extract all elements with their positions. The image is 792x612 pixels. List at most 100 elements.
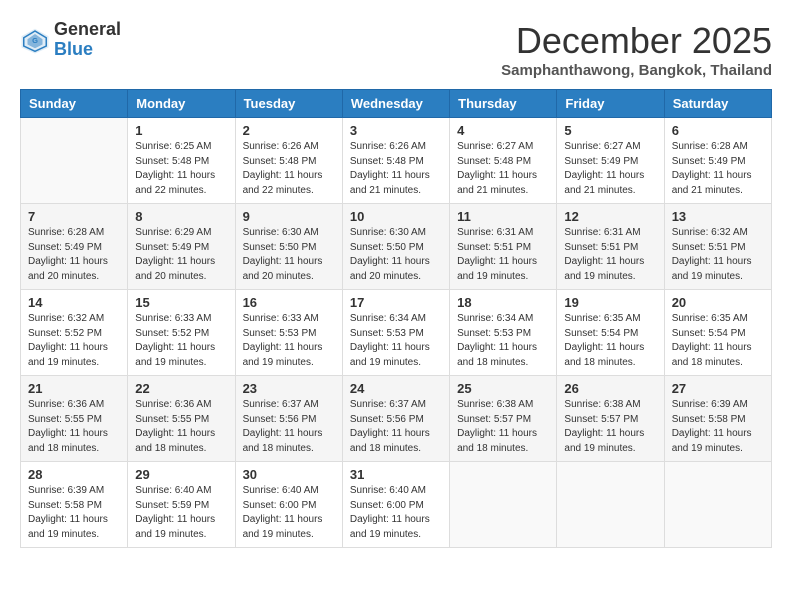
day-number: 10 (350, 209, 442, 224)
day-number: 9 (243, 209, 335, 224)
day-info: Sunrise: 6:40 AM Sunset: 6:00 PM Dayligh… (350, 484, 442, 542)
day-number: 23 (243, 381, 335, 396)
day-info: Sunrise: 6:26 AM Sunset: 5:48 PM Dayligh… (243, 140, 335, 198)
day-number: 7 (28, 209, 120, 224)
day-info: Sunrise: 6:34 AM Sunset: 5:53 PM Dayligh… (350, 312, 442, 370)
day-number: 12 (564, 209, 656, 224)
calendar-cell: 28 Sunrise: 6:39 AM Sunset: 5:58 PM Dayli… (21, 462, 128, 548)
calendar-cell: 25 Sunrise: 6:38 AM Sunset: 5:57 PM Dayli… (450, 376, 557, 462)
day-info: Sunrise: 6:36 AM Sunset: 5:55 PM Dayligh… (135, 398, 227, 456)
calendar-cell: 1 Sunrise: 6:25 AM Sunset: 5:48 PM Daylig… (128, 118, 235, 204)
day-of-week-header: Thursday (450, 90, 557, 118)
day-of-week-header: Monday (128, 90, 235, 118)
calendar-cell: 7 Sunrise: 6:28 AM Sunset: 5:49 PM Daylig… (21, 204, 128, 290)
logo-blue-text: Blue (54, 39, 93, 59)
calendar-cell: 27 Sunrise: 6:39 AM Sunset: 5:58 PM Dayli… (664, 376, 771, 462)
calendar-week-row: 1 Sunrise: 6:25 AM Sunset: 5:48 PM Daylig… (21, 118, 772, 204)
calendar-cell: 19 Sunrise: 6:35 AM Sunset: 5:54 PM Dayli… (557, 290, 664, 376)
logo-text: General Blue (54, 20, 121, 60)
day-number: 4 (457, 123, 549, 138)
month-title: December 2025 (501, 20, 772, 62)
calendar-cell: 3 Sunrise: 6:26 AM Sunset: 5:48 PM Daylig… (342, 118, 449, 204)
calendar-cell: 15 Sunrise: 6:33 AM Sunset: 5:52 PM Dayli… (128, 290, 235, 376)
day-number: 11 (457, 209, 549, 224)
day-info: Sunrise: 6:35 AM Sunset: 5:54 PM Dayligh… (672, 312, 764, 370)
page-header: G General Blue December 2025 Samphanthaw… (20, 20, 772, 79)
calendar-header-row: SundayMondayTuesdayWednesdayThursdayFrid… (21, 90, 772, 118)
day-number: 1 (135, 123, 227, 138)
calendar-cell: 11Sunrise: 6:31 AM Sunset: 5:51 PM Dayli… (450, 204, 557, 290)
calendar-cell: 18Sunrise: 6:34 AM Sunset: 5:53 PM Dayli… (450, 290, 557, 376)
day-number: 27 (672, 381, 764, 396)
calendar-cell (450, 462, 557, 548)
calendar-cell: 4 Sunrise: 6:27 AM Sunset: 5:48 PM Daylig… (450, 118, 557, 204)
calendar-cell: 6 Sunrise: 6:28 AM Sunset: 5:49 PM Daylig… (664, 118, 771, 204)
day-info: Sunrise: 6:28 AM Sunset: 5:49 PM Dayligh… (672, 140, 764, 198)
day-info: Sunrise: 6:39 AM Sunset: 5:58 PM Dayligh… (28, 484, 120, 542)
day-info: Sunrise: 6:28 AM Sunset: 5:49 PM Dayligh… (28, 226, 120, 284)
calendar-week-row: 21 Sunrise: 6:36 AM Sunset: 5:55 PM Dayli… (21, 376, 772, 462)
logo: G General Blue (20, 20, 121, 60)
day-info: Sunrise: 6:25 AM Sunset: 5:48 PM Dayligh… (135, 140, 227, 198)
day-number: 8 (135, 209, 227, 224)
calendar-cell (664, 462, 771, 548)
calendar-week-row: 28 Sunrise: 6:39 AM Sunset: 5:58 PM Dayli… (21, 462, 772, 548)
calendar-cell: 23 Sunrise: 6:37 AM Sunset: 5:56 PM Dayli… (235, 376, 342, 462)
calendar-cell: 10Sunrise: 6:30 AM Sunset: 5:50 PM Dayli… (342, 204, 449, 290)
day-info: Sunrise: 6:33 AM Sunset: 5:52 PM Dayligh… (135, 312, 227, 370)
day-info: Sunrise: 6:39 AM Sunset: 5:58 PM Dayligh… (672, 398, 764, 456)
logo-icon: G (20, 25, 50, 55)
day-info: Sunrise: 6:38 AM Sunset: 5:57 PM Dayligh… (564, 398, 656, 456)
calendar-cell (21, 118, 128, 204)
day-info: Sunrise: 6:32 AM Sunset: 5:52 PM Dayligh… (28, 312, 120, 370)
day-info: Sunrise: 6:37 AM Sunset: 5:56 PM Dayligh… (243, 398, 335, 456)
day-info: Sunrise: 6:40 AM Sunset: 5:59 PM Dayligh… (135, 484, 227, 542)
day-number: 14 (28, 295, 120, 310)
day-number: 3 (350, 123, 442, 138)
day-number: 29 (135, 467, 227, 482)
calendar-cell: 17 Sunrise: 6:34 AM Sunset: 5:53 PM Dayli… (342, 290, 449, 376)
calendar-cell: 29 Sunrise: 6:40 AM Sunset: 5:59 PM Dayli… (128, 462, 235, 548)
svg-text:G: G (32, 36, 38, 45)
day-number: 16 (243, 295, 335, 310)
calendar-cell: 8Sunrise: 6:29 AM Sunset: 5:49 PM Daylig… (128, 204, 235, 290)
calendar-week-row: 14 Sunrise: 6:32 AM Sunset: 5:52 PM Dayli… (21, 290, 772, 376)
day-number: 13 (672, 209, 764, 224)
day-info: Sunrise: 6:34 AM Sunset: 5:53 PM Dayligh… (457, 312, 549, 370)
calendar-cell (557, 462, 664, 548)
day-number: 25 (457, 381, 549, 396)
day-info: Sunrise: 6:26 AM Sunset: 5:48 PM Dayligh… (350, 140, 442, 198)
day-of-week-header: Sunday (21, 90, 128, 118)
day-of-week-header: Tuesday (235, 90, 342, 118)
calendar-table: SundayMondayTuesdayWednesdayThursdayFrid… (20, 89, 772, 548)
calendar-cell: 26 Sunrise: 6:38 AM Sunset: 5:57 PM Dayli… (557, 376, 664, 462)
day-info: Sunrise: 6:33 AM Sunset: 5:53 PM Dayligh… (243, 312, 335, 370)
day-number: 24 (350, 381, 442, 396)
calendar-cell: 20 Sunrise: 6:35 AM Sunset: 5:54 PM Dayli… (664, 290, 771, 376)
calendar-cell: 12Sunrise: 6:31 AM Sunset: 5:51 PM Dayli… (557, 204, 664, 290)
day-number: 17 (350, 295, 442, 310)
calendar-cell: 22Sunrise: 6:36 AM Sunset: 5:55 PM Dayli… (128, 376, 235, 462)
day-info: Sunrise: 6:27 AM Sunset: 5:48 PM Dayligh… (457, 140, 549, 198)
calendar-cell: 21Sunrise: 6:36 AM Sunset: 5:55 PM Dayli… (21, 376, 128, 462)
day-info: Sunrise: 6:35 AM Sunset: 5:54 PM Dayligh… (564, 312, 656, 370)
day-number: 19 (564, 295, 656, 310)
calendar-cell: 16 Sunrise: 6:33 AM Sunset: 5:53 PM Dayli… (235, 290, 342, 376)
day-number: 20 (672, 295, 764, 310)
calendar-cell: 2Sunrise: 6:26 AM Sunset: 5:48 PM Daylig… (235, 118, 342, 204)
day-number: 6 (672, 123, 764, 138)
day-info: Sunrise: 6:38 AM Sunset: 5:57 PM Dayligh… (457, 398, 549, 456)
day-number: 31 (350, 467, 442, 482)
day-number: 30 (243, 467, 335, 482)
calendar-cell: 5Sunrise: 6:27 AM Sunset: 5:49 PM Daylig… (557, 118, 664, 204)
day-info: Sunrise: 6:37 AM Sunset: 5:56 PM Dayligh… (350, 398, 442, 456)
day-number: 28 (28, 467, 120, 482)
title-area: December 2025 Samphanthawong, Bangkok, T… (501, 20, 772, 79)
location-title: Samphanthawong, Bangkok, Thailand (501, 62, 772, 79)
day-info: Sunrise: 6:40 AM Sunset: 6:00 PM Dayligh… (243, 484, 335, 542)
day-info: Sunrise: 6:32 AM Sunset: 5:51 PM Dayligh… (672, 226, 764, 284)
day-number: 21 (28, 381, 120, 396)
day-number: 26 (564, 381, 656, 396)
day-number: 15 (135, 295, 227, 310)
calendar-cell: 24 Sunrise: 6:37 AM Sunset: 5:56 PM Dayli… (342, 376, 449, 462)
